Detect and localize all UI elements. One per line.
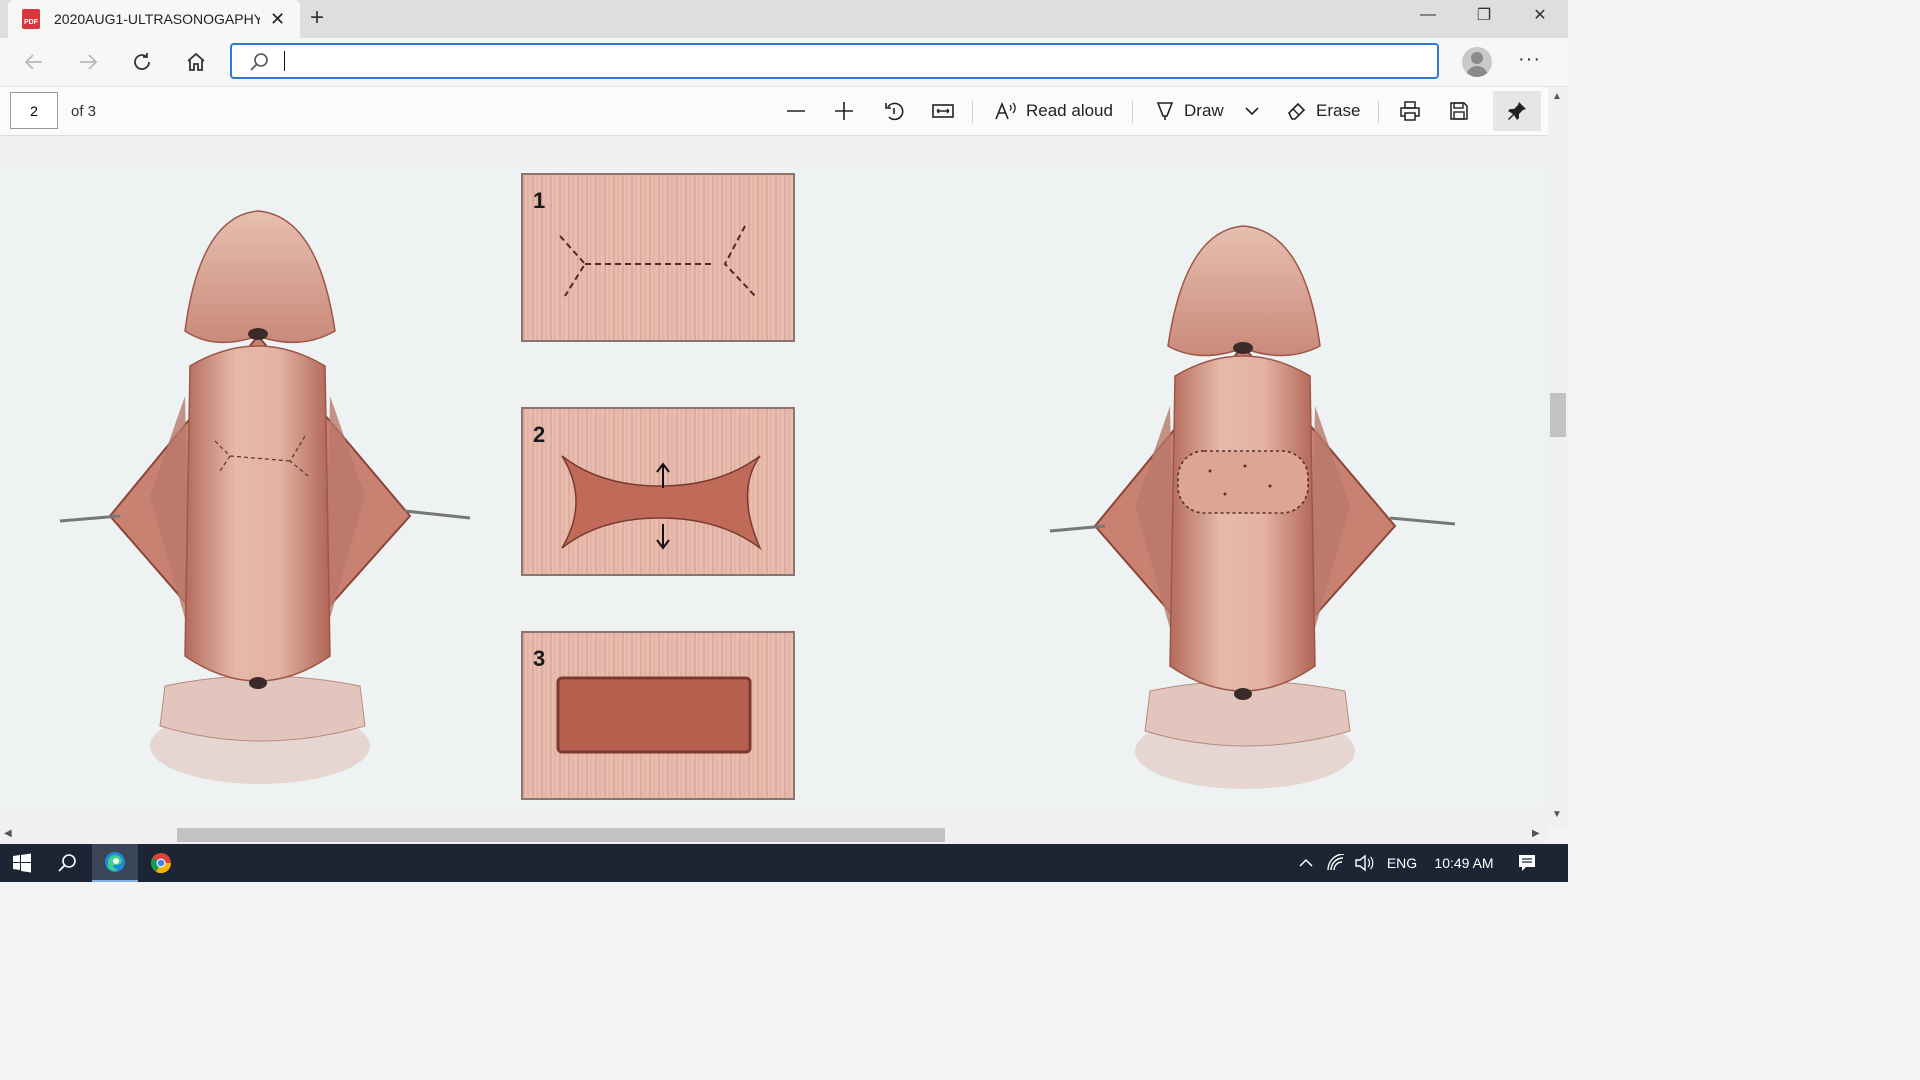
- tab-title: 2020AUG1-ULTRASONOGAPHY-: [54, 11, 260, 27]
- pen-icon: [1156, 102, 1174, 120]
- zoom-out-button[interactable]: [780, 95, 812, 127]
- speaker-icon: [1355, 854, 1374, 872]
- refresh-icon: [134, 53, 150, 70]
- minimize-button[interactable]: —: [1400, 0, 1456, 30]
- plus-icon: [835, 102, 853, 120]
- print-icon: [1400, 101, 1420, 121]
- save-button[interactable]: [1443, 95, 1475, 127]
- pin-toolbar-button[interactable]: [1493, 91, 1541, 131]
- minus-icon: [787, 110, 805, 112]
- read-aloud-icon: [995, 101, 1016, 120]
- panel-3-number: 3: [533, 646, 546, 671]
- search-icon: [250, 53, 268, 71]
- forward-arrow-icon: [80, 54, 98, 70]
- taskbar-chrome-app[interactable]: [138, 844, 184, 882]
- network-status-button[interactable]: [1324, 844, 1348, 882]
- show-hidden-icons-button[interactable]: [1294, 844, 1318, 882]
- zoom-in-button[interactable]: [828, 95, 860, 127]
- pdf-page: 1 2 3: [0, 166, 1548, 806]
- back-arrow-icon: [24, 54, 42, 70]
- home-icon: [187, 52, 205, 71]
- browser-tab[interactable]: PDF 2020AUG1-ULTRASONOGAPHY- ✕: [8, 0, 300, 38]
- scroll-left-icon[interactable]: ◀: [4, 828, 12, 839]
- pin-icon: [1508, 102, 1526, 120]
- panel-1: [521, 173, 795, 342]
- pdf-file-icon: PDF: [22, 9, 40, 29]
- wifi-icon: [1327, 854, 1345, 871]
- rotate-icon: [885, 102, 904, 121]
- notification-center-button[interactable]: [1512, 844, 1542, 882]
- clock[interactable]: 10:49 AM: [1426, 844, 1502, 882]
- window-close-button[interactable]: ✕: [1512, 0, 1568, 30]
- scroll-right-icon[interactable]: ▶: [1532, 828, 1540, 839]
- read-aloud-label: Read aloud: [1026, 101, 1113, 120]
- edge-browser-icon: [105, 852, 125, 872]
- scroll-up-icon[interactable]: ▲: [1552, 91, 1562, 102]
- toolbar-divider: [1378, 101, 1379, 123]
- right-figure: [1049, 225, 1456, 789]
- panel-2-number: 2: [533, 422, 546, 447]
- start-button[interactable]: [0, 844, 44, 882]
- back-button[interactable]: [16, 46, 52, 78]
- search-icon: [58, 854, 76, 872]
- rotate-button[interactable]: [878, 95, 910, 127]
- fit-width-icon: [932, 104, 954, 118]
- chevron-down-icon: [1245, 107, 1259, 116]
- panel-1-number: 1: [533, 188, 546, 213]
- pdf-toolbar: of 3 Read aloud Draw Erase: [0, 87, 1548, 136]
- volume-button[interactable]: [1352, 844, 1376, 882]
- taskbar-edge-app[interactable]: [92, 844, 138, 882]
- restore-button[interactable]: ❐: [1456, 0, 1512, 30]
- chrome-browser-icon: [151, 853, 172, 874]
- panel-2: [521, 407, 795, 576]
- refresh-button[interactable]: [124, 46, 160, 78]
- vertical-scroll-thumb[interactable]: [1550, 393, 1566, 437]
- chevron-up-icon: [1299, 858, 1313, 867]
- taskbar-search-button[interactable]: [44, 844, 90, 882]
- draw-options-dropdown[interactable]: [1240, 95, 1264, 127]
- panel-3: [521, 631, 795, 800]
- page-total-label: of 3: [71, 103, 97, 120]
- horizontal-scroll-thumb[interactable]: [177, 828, 945, 842]
- medical-illustration: [59, 173, 1456, 800]
- title-bar: PDF 2020AUG1-ULTRASONOGAPHY- ✕ + — ❐ ✕: [0, 0, 1568, 38]
- erase-button[interactable]: Erase: [1286, 95, 1364, 127]
- read-aloud-button[interactable]: Read aloud: [994, 95, 1114, 127]
- draw-label: Draw: [1184, 101, 1224, 120]
- eraser-icon: [1288, 102, 1306, 120]
- notification-icon: [1519, 855, 1535, 871]
- print-button[interactable]: [1394, 95, 1426, 127]
- new-tab-button[interactable]: +: [310, 6, 324, 30]
- address-input[interactable]: [282, 49, 1426, 75]
- forward-button[interactable]: [70, 46, 106, 78]
- toolbar-divider: [1132, 101, 1133, 123]
- scroll-down-icon[interactable]: ▼: [1552, 809, 1562, 820]
- text-caret: [284, 51, 285, 71]
- left-figure: [59, 210, 471, 784]
- document-viewport[interactable]: 1 2 3: [0, 136, 1548, 826]
- address-bar[interactable]: [230, 43, 1439, 79]
- erase-label: Erase: [1316, 101, 1361, 120]
- draw-button[interactable]: Draw: [1154, 95, 1230, 127]
- home-button[interactable]: [178, 46, 214, 78]
- windows-logo-icon: [13, 853, 31, 873]
- input-language-indicator[interactable]: ENG: [1382, 844, 1422, 882]
- fit-to-width-button[interactable]: [927, 95, 959, 127]
- settings-more-button[interactable]: ···: [1518, 48, 1541, 71]
- navigation-bar: ···: [0, 38, 1568, 87]
- taskbar: ENG 10:49 AM: [0, 844, 1568, 882]
- horizontal-scrollbar[interactable]: ◀ ▶: [0, 826, 1548, 844]
- page-number-input[interactable]: [10, 92, 58, 129]
- vertical-scrollbar[interactable]: ▲ ▼: [1548, 87, 1568, 826]
- tab-close-icon[interactable]: ✕: [270, 9, 285, 30]
- save-icon: [1450, 102, 1468, 120]
- profile-avatar[interactable]: [1462, 47, 1492, 77]
- toolbar-divider: [972, 101, 973, 123]
